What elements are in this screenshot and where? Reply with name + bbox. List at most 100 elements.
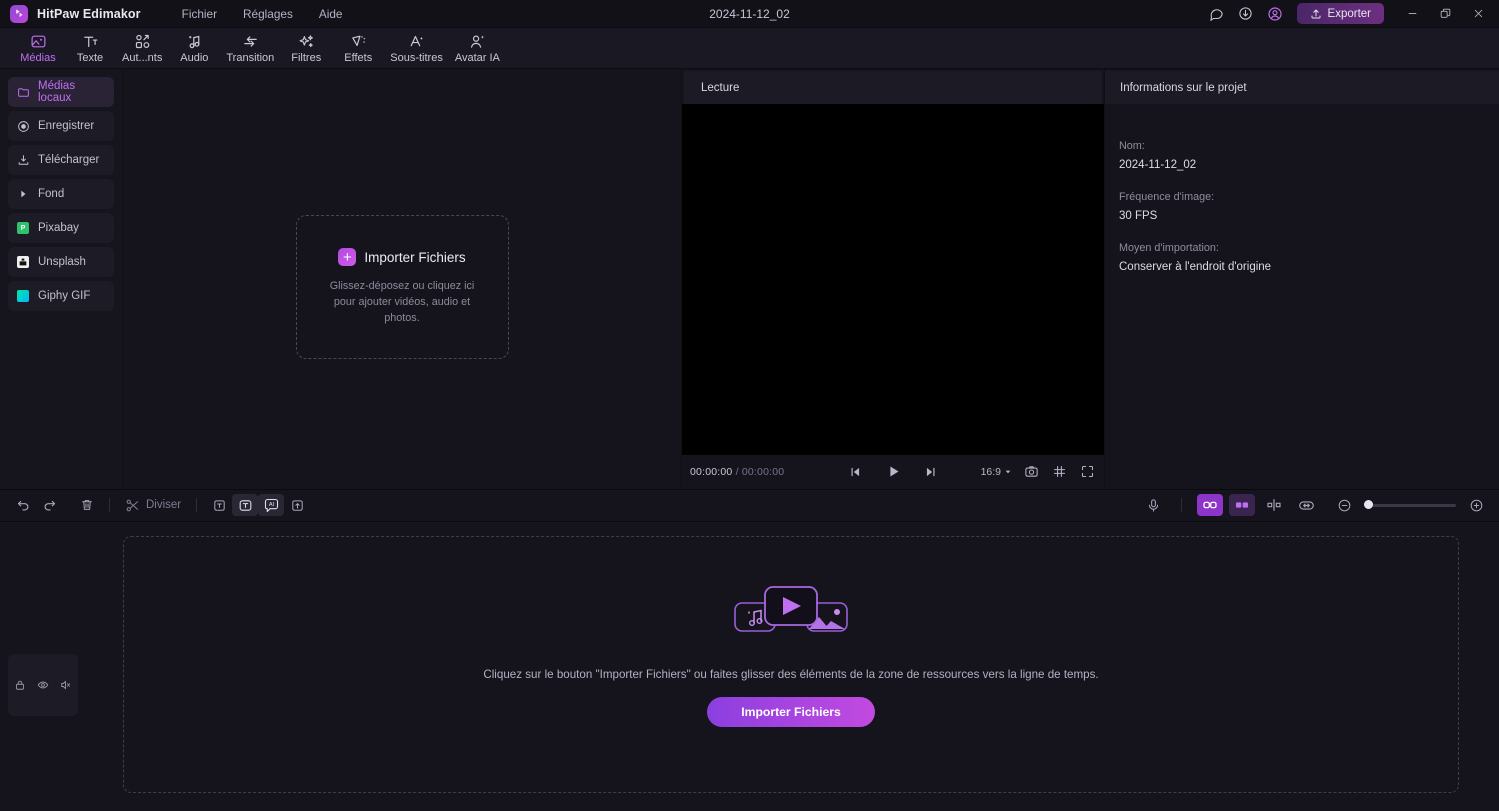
preview-canvas[interactable] — [682, 104, 1104, 455]
tab-medias[interactable]: Médias — [12, 29, 64, 67]
zoom-slider-knob[interactable] — [1364, 500, 1373, 509]
zoom-out-icon[interactable] — [1331, 494, 1357, 516]
dropzone-subtitle: Glissez-déposez ou cliquez ici pour ajou… — [322, 278, 482, 326]
plus-icon: + — [338, 248, 356, 266]
dropzone-title: + Importer Fichiers — [338, 248, 465, 266]
tab-transition[interactable]: Transition — [220, 29, 280, 67]
timeline-toolbar: Diviser AI — [0, 489, 1499, 522]
svg-text:AI: AI — [268, 502, 274, 508]
split-track-icon[interactable] — [1261, 494, 1287, 516]
export-button-label: Exporter — [1328, 8, 1371, 20]
preview-header: Lecture — [684, 71, 1102, 104]
eye-icon[interactable] — [37, 678, 50, 691]
zoom-in-icon[interactable] — [1463, 494, 1489, 516]
close-icon[interactable] — [1463, 0, 1493, 28]
sidebar-item-unsplash[interactable]: Unsplash — [8, 247, 114, 277]
tab-avatar-ia[interactable]: Avatar IA — [449, 29, 506, 67]
tab-transition-label: Transition — [226, 52, 274, 64]
aspect-ratio-selector[interactable]: 16:9 — [981, 466, 1012, 478]
fullscreen-icon[interactable] — [1078, 463, 1096, 481]
chevron-down-icon — [1004, 468, 1012, 476]
tab-avatar-ia-label: Avatar IA — [455, 52, 500, 64]
play-icon[interactable] — [883, 462, 903, 482]
info-value-nom: 2024-11-12_02 — [1119, 159, 1499, 171]
tab-effets-label: Effets — [344, 52, 372, 64]
text-box-icon[interactable] — [232, 494, 258, 516]
crop-icon[interactable] — [206, 494, 232, 516]
comment-icon[interactable] — [1204, 1, 1230, 27]
tab-texte[interactable]: Texte — [64, 29, 116, 67]
timeline-empty-hint: Cliquez sur le bouton "Importer Fichiers… — [483, 668, 1098, 681]
maximize-icon[interactable] — [1430, 0, 1460, 28]
menu-item-reglages[interactable]: Réglages — [230, 3, 306, 25]
sidebar-item-label: Giphy GIF — [38, 290, 90, 302]
prev-frame-icon[interactable] — [845, 462, 865, 482]
media-placeholder-icon — [731, 579, 851, 646]
download-icon[interactable] — [1233, 1, 1259, 27]
next-frame-icon[interactable] — [921, 462, 941, 482]
undo-icon[interactable] — [10, 494, 36, 516]
ai-icon[interactable]: AI — [258, 494, 284, 516]
title-bar-left: HitPaw Edimakor Fichier Réglages Aide — [0, 3, 356, 25]
aspect-ratio-label: 16:9 — [981, 466, 1001, 478]
folder-icon — [16, 85, 30, 99]
sidebar-item-pixabay[interactable]: P Pixabay — [8, 213, 114, 243]
menu-item-aide[interactable]: Aide — [306, 3, 356, 25]
tab-elements[interactable]: Aut...nts — [116, 29, 168, 67]
elements-icon — [134, 33, 151, 50]
tab-medias-label: Médias — [20, 52, 55, 64]
time-display: 00:00:00 / 00:00:00 — [690, 466, 784, 478]
app-window: HitPaw Edimakor Fichier Réglages Aide 20… — [0, 0, 1499, 811]
timeline-track-headers — [0, 522, 85, 811]
audio-icon — [186, 33, 203, 50]
sidebar-item-giphy-gif[interactable]: Giphy GIF — [8, 281, 114, 311]
mixer-icon[interactable] — [1229, 494, 1255, 516]
preview-panel: Lecture 00:00:00 / 00:00:00 — [681, 69, 1105, 489]
mute-icon[interactable] — [60, 678, 73, 691]
microphone-icon[interactable] — [1140, 494, 1166, 516]
menu-bar: Fichier Réglages Aide — [169, 3, 356, 25]
trash-icon[interactable] — [74, 494, 100, 516]
info-label-nom: Nom: — [1119, 140, 1499, 152]
sidebar-item-medias-locaux[interactable]: Médias locaux — [8, 77, 114, 107]
media-browser: + Importer Fichiers Glissez-déposez ou c… — [123, 69, 681, 489]
track-control-group — [8, 654, 78, 716]
redo-icon[interactable] — [36, 494, 62, 516]
tab-audio[interactable]: Audio — [168, 29, 220, 67]
zoom-slider[interactable] — [1364, 504, 1456, 507]
lock-icon[interactable] — [14, 678, 27, 691]
fit-icon[interactable] — [1293, 494, 1319, 516]
split-button-label: Diviser — [146, 499, 181, 511]
subtitles-icon — [408, 33, 425, 50]
tab-informations-projet[interactable]: Informations sur le projet — [1120, 82, 1247, 94]
sidebar-item-enregistrer[interactable]: Enregistrer — [8, 111, 114, 141]
timeline-canvas[interactable]: Cliquez sur le bouton "Importer Fichiers… — [85, 522, 1499, 811]
project-info-header: Informations sur le projet — [1105, 71, 1499, 104]
minimize-icon[interactable] — [1397, 0, 1427, 28]
link-icon[interactable] — [1197, 494, 1223, 516]
sidebar-item-label: Fond — [38, 188, 64, 200]
tab-lecture[interactable]: Lecture — [693, 79, 747, 97]
menu-item-fichier[interactable]: Fichier — [169, 3, 230, 25]
export-button[interactable]: Exporter — [1297, 3, 1384, 24]
tab-filtres[interactable]: Filtres — [280, 29, 332, 67]
import-dropzone[interactable]: + Importer Fichiers Glissez-déposez ou c… — [296, 215, 509, 359]
sidebar-item-fond[interactable]: Fond — [8, 179, 114, 209]
import-files-button[interactable]: Importer Fichiers — [707, 697, 875, 727]
tab-sous-titres[interactable]: Sous-titres — [384, 29, 449, 67]
sidebar-item-telecharger[interactable]: Télécharger — [8, 145, 114, 175]
info-label-moyen-importation: Moyen d'importation: — [1119, 242, 1499, 254]
account-icon[interactable] — [1262, 1, 1288, 27]
app-name: HitPaw Edimakor — [37, 7, 141, 21]
pixabay-icon: P — [16, 221, 30, 235]
tab-filtres-label: Filtres — [291, 52, 321, 64]
media-sidebar: Médias locaux Enregistrer Télécharger Fo… — [0, 69, 123, 489]
tool-tabs: Médias Texte Aut...nts Audio Transition — [0, 28, 1499, 69]
effects-icon — [350, 33, 367, 50]
camera-icon[interactable] — [1022, 463, 1040, 481]
export-clip-icon[interactable] — [284, 494, 310, 516]
split-button[interactable]: Diviser — [119, 494, 187, 516]
tab-effets[interactable]: Effets — [332, 29, 384, 67]
grid-icon[interactable] — [1050, 463, 1068, 481]
sidebar-item-label: Unsplash — [38, 256, 86, 268]
